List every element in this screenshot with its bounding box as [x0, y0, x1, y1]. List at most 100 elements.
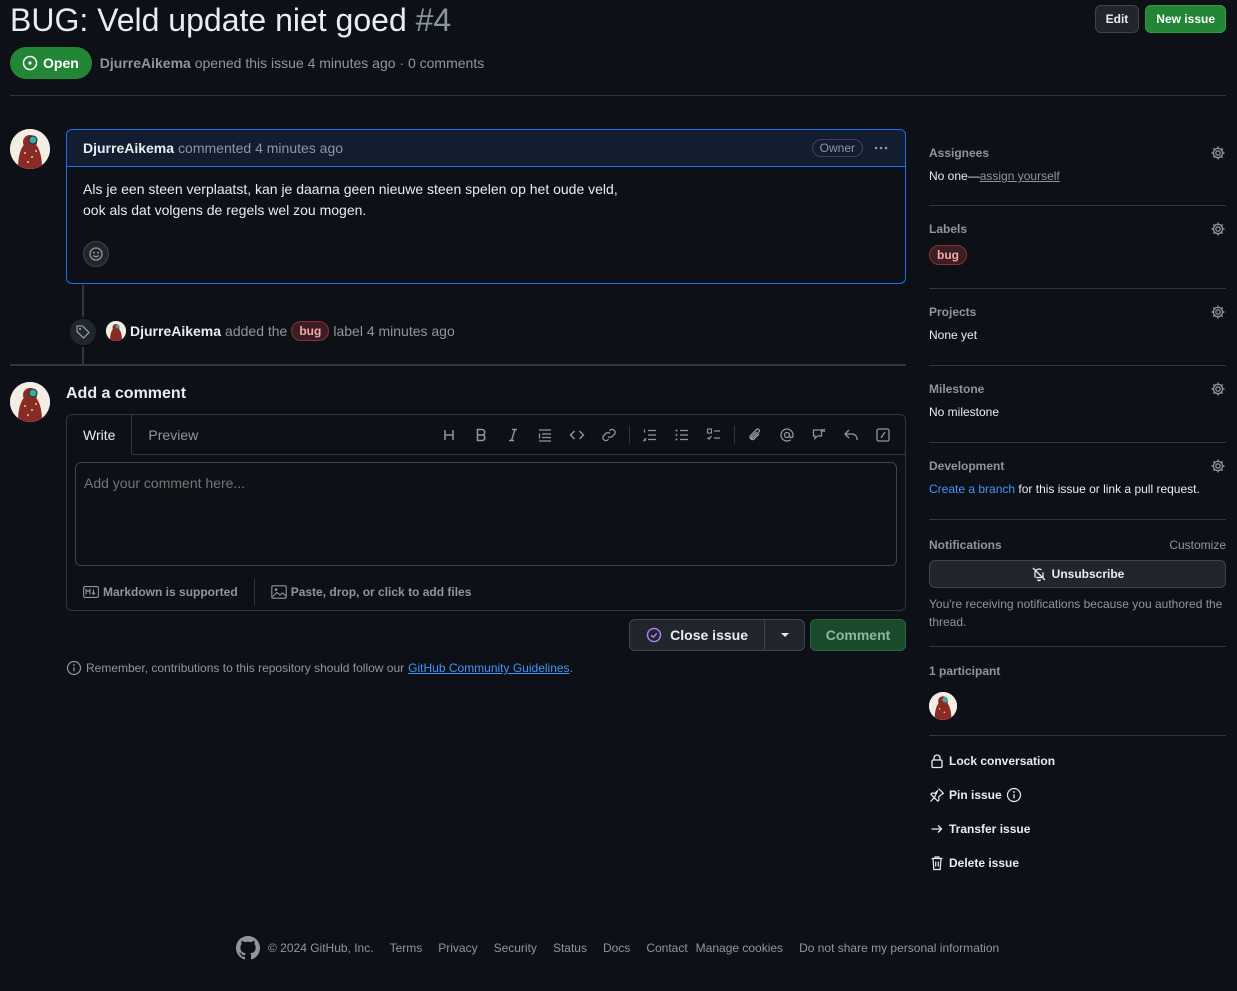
pin-label: Pin issue	[949, 788, 1002, 802]
gear-icon[interactable]	[1210, 304, 1226, 320]
transfer-issue-button[interactable]: Transfer issue	[929, 821, 1030, 837]
development-header[interactable]: Development	[929, 458, 1226, 474]
avatar[interactable]	[10, 129, 50, 169]
projects-heading: Projects	[929, 305, 977, 319]
lock-conversation-button[interactable]: Lock conversation	[929, 753, 1055, 769]
gear-icon[interactable]	[1210, 145, 1226, 161]
labels-header[interactable]: Labels	[929, 221, 1226, 237]
tag-icon	[75, 324, 91, 340]
pin-issue-button[interactable]: Pin issue	[929, 787, 1022, 803]
sidebar-projects: Projects None yet	[929, 304, 1226, 366]
markdown-icon	[83, 586, 99, 598]
toolbar-divider	[734, 426, 735, 444]
reply-icon[interactable]	[835, 421, 867, 449]
milestone-header[interactable]: Milestone	[929, 381, 1226, 397]
assign-yourself-link[interactable]: assign yourself	[980, 169, 1060, 183]
footer-link-status[interactable]: Status	[553, 941, 587, 955]
close-issue-dropdown[interactable]	[764, 620, 804, 650]
comment-body-line: Als je een steen verplaatst, kan je daar…	[83, 181, 618, 197]
smiley-icon	[88, 246, 104, 262]
add-reaction-button[interactable]	[83, 241, 109, 267]
slash-command-icon[interactable]	[867, 421, 899, 449]
markdown-help-link[interactable]: Markdown is supported	[67, 585, 254, 599]
cross-reference-icon[interactable]	[803, 421, 835, 449]
avatar[interactable]	[106, 321, 126, 341]
issue-author-link[interactable]: DjurreAikema	[100, 55, 191, 71]
unordered-list-icon[interactable]	[666, 421, 698, 449]
italic-icon[interactable]	[497, 421, 529, 449]
avatar[interactable]	[929, 692, 957, 720]
issue-state-row: Open DjurreAikema opened this issue 4 mi…	[10, 47, 484, 79]
timeline-line	[82, 285, 84, 319]
github-mark-icon[interactable]	[236, 936, 260, 960]
gear-icon[interactable]	[1210, 221, 1226, 237]
attach-files-button[interactable]: Paste, drop, or click to add files	[255, 585, 488, 599]
gear-icon[interactable]	[1210, 381, 1226, 397]
notifications-header: Notifications Customize	[929, 538, 1226, 552]
markdown-toolbar	[433, 415, 899, 455]
close-issue-button[interactable]: Close issue	[630, 620, 764, 650]
footer-link-docs[interactable]: Docs	[603, 941, 630, 955]
status-badge: Open	[10, 47, 92, 79]
customize-link[interactable]: Customize	[1169, 538, 1226, 552]
quote-icon[interactable]	[529, 421, 561, 449]
issue-opened-text: opened this issue 4 minutes ago · 0 comm…	[194, 55, 485, 71]
delete-issue-button[interactable]: Delete issue	[929, 855, 1019, 871]
link-icon[interactable]	[593, 421, 625, 449]
info-icon	[66, 660, 82, 676]
comment-timestamp[interactable]: commented 4 minutes ago	[178, 140, 343, 156]
tab-preview[interactable]: Preview	[132, 415, 214, 454]
community-guidelines-link[interactable]: GitHub Community Guidelines	[408, 661, 569, 675]
milestone-value: No milestone	[929, 405, 1000, 419]
footer-link-privacy[interactable]: Privacy	[438, 941, 477, 955]
kebab-icon[interactable]	[873, 140, 889, 156]
task-list-icon[interactable]	[698, 421, 730, 449]
comment-textarea[interactable]	[75, 462, 897, 566]
heading-icon[interactable]	[433, 421, 465, 449]
arrow-right-icon	[929, 821, 945, 837]
lock-label: Lock conversation	[949, 754, 1056, 768]
new-issue-button[interactable]: New issue	[1145, 5, 1226, 33]
ordered-list-icon[interactable]	[634, 421, 666, 449]
bug-label[interactable]: bug	[929, 245, 967, 265]
bold-icon[interactable]	[465, 421, 497, 449]
footer-link-cookies[interactable]: Manage cookies	[696, 941, 783, 955]
page-footer: © 2024 GitHub, Inc. Terms Privacy Securi…	[236, 936, 999, 960]
labels-list: bug	[929, 245, 1226, 265]
comment-author-link[interactable]: DjurreAikema	[83, 140, 174, 156]
edit-button[interactable]: Edit	[1094, 5, 1140, 33]
pin-icon	[929, 787, 945, 803]
bug-label[interactable]: bug	[291, 321, 330, 341]
mention-icon[interactable]	[771, 421, 803, 449]
assignees-header[interactable]: Assignees	[929, 145, 1226, 161]
footer-link-terms[interactable]: Terms	[390, 941, 423, 955]
info-icon[interactable]	[1006, 787, 1022, 803]
add-comment-heading: Add a comment	[66, 385, 187, 402]
code-icon[interactable]	[561, 421, 593, 449]
delete-label: Delete issue	[949, 856, 1020, 870]
projects-header[interactable]: Projects	[929, 304, 1226, 320]
editor-footer: Markdown is supported Paste, drop, or cl…	[67, 574, 905, 610]
comment-body-line: ook als dat volgens de regels wel zou mo…	[83, 202, 367, 218]
footer-link-contact[interactable]: Contact	[646, 941, 687, 955]
assignees-heading: Assignees	[929, 146, 990, 160]
paperclip-icon[interactable]	[739, 421, 771, 449]
event-suffix[interactable]: label 4 minutes ago	[333, 323, 454, 339]
reminder-text: Remember, contributions to this reposito…	[86, 661, 405, 675]
gear-icon[interactable]	[1210, 458, 1226, 474]
unsubscribe-button[interactable]: Unsubscribe	[929, 560, 1226, 588]
notifications-note: You're receiving notifications because y…	[929, 597, 1223, 629]
footer-link-personal-info[interactable]: Do not share my personal information	[799, 941, 999, 955]
tab-write[interactable]: Write	[67, 415, 133, 455]
sidebar-labels: Labels bug	[929, 221, 1226, 289]
issue-meta: DjurreAikema opened this issue 4 minutes…	[100, 55, 484, 71]
editor-tabs: Write Preview	[67, 415, 905, 455]
composer-actions: Close issue Comment	[629, 619, 906, 651]
check-circle-icon	[646, 627, 662, 643]
comment-button[interactable]: Comment	[810, 619, 906, 651]
create-branch-link[interactable]: Create a branch	[929, 482, 1015, 496]
avatar[interactable]	[10, 382, 50, 422]
reminder-end: .	[569, 661, 573, 675]
event-actor-link[interactable]: DjurreAikema	[130, 323, 221, 339]
footer-link-security[interactable]: Security	[494, 941, 537, 955]
